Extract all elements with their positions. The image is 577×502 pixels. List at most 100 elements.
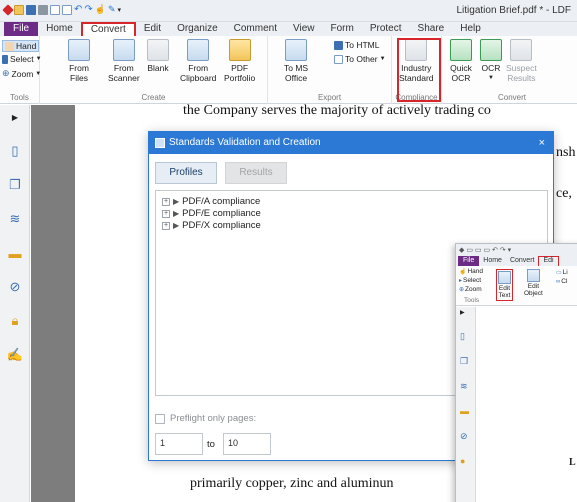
inset-hand-button[interactable]: ☝ Hand xyxy=(459,268,483,275)
select-label: Select xyxy=(10,54,34,64)
inset-select-button[interactable]: ▸ Select xyxy=(459,277,481,284)
to-page-input[interactable]: 10 xyxy=(223,433,271,455)
to-other-label: To Other xyxy=(345,54,378,64)
pages-thumbnail-icon[interactable]: ❐ xyxy=(460,356,468,367)
tab-share[interactable]: Share xyxy=(410,22,453,36)
tab-form[interactable]: Form xyxy=(323,22,362,36)
page-icon[interactable] xyxy=(62,4,72,15)
tree-item-pdfx[interactable]: + ▶ PDF/X compliance xyxy=(162,220,261,231)
inset-cl-button[interactable]: ∞ Cl xyxy=(556,278,567,285)
tab-protect[interactable]: Protect xyxy=(362,22,410,36)
inset-edit-object-button[interactable]: Edit Object xyxy=(524,269,543,297)
pen-icon[interactable]: ✎ xyxy=(108,4,116,15)
from-page-input[interactable]: 1 xyxy=(155,433,203,455)
hand-tool-button[interactable]: Hand xyxy=(2,40,40,52)
tab-organize[interactable]: Organize xyxy=(169,22,226,36)
pdf-portfolio-label: PDF Portfolio xyxy=(224,63,256,83)
tab-profiles[interactable]: Profiles xyxy=(155,162,217,184)
compliance-highlight xyxy=(397,38,441,102)
email-icon[interactable] xyxy=(50,4,60,15)
from-files-button[interactable]: From Files xyxy=(68,39,90,83)
quick-ocr-button[interactable]: Quick OCR xyxy=(450,39,472,83)
comments-icon[interactable]: ▬ xyxy=(460,406,469,416)
zoom-tool-button[interactable]: ⊕ Zoom ▼ xyxy=(2,68,41,79)
pdf-portfolio-button[interactable]: PDF Portfolio xyxy=(224,39,255,83)
save-icon[interactable] xyxy=(26,4,36,15)
suspect-results-icon xyxy=(510,39,533,61)
layers-icon[interactable]: ≋ xyxy=(7,211,23,227)
hand-icon[interactable]: ☝ xyxy=(95,4,106,15)
expand-plus-icon[interactable]: + xyxy=(162,197,170,206)
close-icon[interactable]: × xyxy=(539,132,545,154)
tab-edit[interactable]: Edit xyxy=(136,22,169,36)
bookmark-icon[interactable]: ▯ xyxy=(460,331,465,342)
expand-plus-icon[interactable]: + xyxy=(162,221,170,230)
inset-screenshot: ◆ ▭ ▭ ▭ ↶ ↷ ▾ File Home Convert Edi ☝ Ha… xyxy=(455,243,577,502)
blank-button[interactable]: Blank xyxy=(147,39,169,73)
tree-item-label: PDF/A compliance xyxy=(182,196,261,207)
from-scanner-button[interactable]: From Scanner xyxy=(108,39,140,83)
inset-li-button[interactable]: ▭ Li xyxy=(556,269,568,276)
tab-comment[interactable]: Comment xyxy=(226,22,285,36)
inset-tools-label: Tools xyxy=(464,297,480,304)
inset-edit-object-label: Edit Object xyxy=(524,283,543,297)
tree-item-pdfe[interactable]: + ▶ PDF/E compliance xyxy=(162,208,261,219)
signature-icon[interactable]: ✍ xyxy=(7,347,23,363)
inset-tab-home[interactable]: Home xyxy=(479,256,506,266)
expand-plus-icon[interactable]: + xyxy=(162,209,170,218)
to-html-button[interactable]: To HTML xyxy=(334,40,379,50)
attachment-icon[interactable]: ⊘ xyxy=(460,431,468,442)
redo-icon[interactable]: ↷ xyxy=(84,4,92,15)
export-group-label: Export xyxy=(317,93,342,102)
left-navigation-pane: ▶ ▯ ❐ ≋ ▬ ⊘ 🔒︎ ✍ xyxy=(0,105,30,502)
undo-icon[interactable]: ↶ xyxy=(74,4,82,15)
scanner-icon xyxy=(112,39,135,61)
open-folder-icon[interactable] xyxy=(14,4,24,15)
tab-home[interactable]: Home xyxy=(38,22,81,36)
inset-zoom-button[interactable]: ⊕ Zoom xyxy=(459,286,482,293)
from-files-label: From Files xyxy=(69,63,89,83)
inset-edit-text-button[interactable]: Edit Text xyxy=(496,269,513,301)
attachment-icon[interactable]: ⊘ xyxy=(7,279,23,295)
to-ms-office-button[interactable]: To MS Office xyxy=(284,39,308,83)
convert-group: Quick OCR OCR ▼ Suspect Results Convert xyxy=(442,36,577,104)
dialog-title-bar[interactable]: Standards Validation and Creation × xyxy=(149,132,553,154)
bookmark-icon[interactable]: ▯ xyxy=(7,143,23,159)
create-group-label: Create xyxy=(141,93,166,102)
security-lock-icon[interactable]: 🔒︎ xyxy=(7,313,23,329)
inset-tab-edit[interactable]: Edi xyxy=(538,256,559,266)
document-text-fragment: nsh xyxy=(556,145,576,160)
from-clipboard-button[interactable]: From Clipboard xyxy=(180,39,216,83)
tab-file[interactable]: File xyxy=(4,22,39,36)
inset-tab-convert[interactable]: Convert xyxy=(506,256,539,266)
pages-thumbnail-icon[interactable]: ❐ xyxy=(7,177,23,193)
print-icon[interactable] xyxy=(38,4,48,15)
inset-select-label: Select xyxy=(463,277,482,284)
ocr-button[interactable]: OCR ▼ xyxy=(480,39,502,83)
tab-view[interactable]: View xyxy=(285,22,323,36)
ms-office-icon xyxy=(285,39,308,61)
dialog-tabs: Profiles Results xyxy=(155,162,287,184)
select-tool-button[interactable]: Select ▼ xyxy=(2,54,42,64)
export-group: To MS Office To HTML To Other ▼ Export xyxy=(268,36,392,104)
expand-pane-icon[interactable]: ▶ xyxy=(460,309,465,316)
ribbon: Hand Select ▼ ⊕ Zoom ▼ Tools From Files … xyxy=(0,36,577,104)
tab-convert[interactable]: Convert xyxy=(80,22,136,36)
to-other-button[interactable]: To Other ▼ xyxy=(334,54,386,64)
inset-tab-file[interactable]: File xyxy=(458,256,480,266)
tab-results[interactable]: Results xyxy=(225,162,287,184)
expand-pane-icon[interactable]: ▶ xyxy=(7,109,23,125)
ocr-label: OCR xyxy=(481,63,501,73)
customize-dropdown-icon[interactable]: ▾ xyxy=(118,6,122,14)
suspect-results-label: Suspect Results xyxy=(506,63,537,83)
comments-icon[interactable]: ▬ xyxy=(7,245,23,261)
tab-help[interactable]: Help xyxy=(452,22,489,36)
preflight-checkbox[interactable] xyxy=(155,413,165,424)
layers-icon[interactable]: ≋ xyxy=(460,381,468,392)
zoom-label: Zoom xyxy=(11,68,34,79)
select-cursor-icon: ▸ xyxy=(459,278,463,284)
tree-item-pdfa[interactable]: + ▶ PDF/A compliance xyxy=(162,196,260,207)
inset-ribbon-tabs: File Home Convert Edi xyxy=(456,256,577,266)
security-lock-icon[interactable]: ● xyxy=(460,456,465,466)
suspect-results-button[interactable]: Suspect Results xyxy=(506,39,537,83)
